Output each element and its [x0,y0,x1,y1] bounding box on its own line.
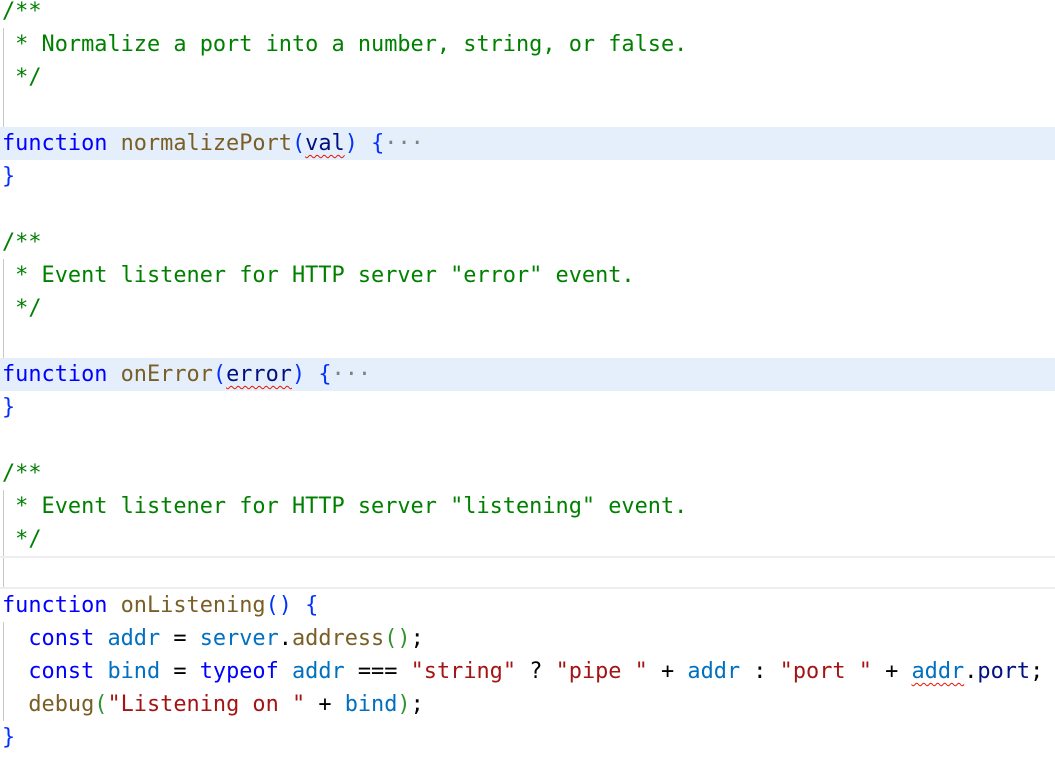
code-line[interactable]: * Normalize a port into a number, string… [0,28,1055,61]
code-token: { [371,131,385,156]
code-token: val [305,131,345,156]
folded-code-line[interactable]: function normalizePort(val) {··· [0,127,1055,160]
code-line[interactable]: /** [0,457,1055,490]
code-token: === [344,659,411,684]
code-token: port [977,659,1031,684]
code-token: typeof [199,659,279,684]
code-token: . [278,626,292,651]
code-token: normalizePort [120,131,292,156]
code-token: } [2,725,16,750]
code-token: "Listening on " [107,692,306,717]
code-token: = [160,659,200,684]
code-token: onError [120,362,213,387]
code-token: { [305,593,319,618]
code-token: } [2,164,16,189]
code-token: onListening [120,593,266,618]
code-token: * Normalize a port into a number, string… [2,32,688,57]
code-token: "string" [410,659,517,684]
code-token: "port " [779,659,872,684]
code-token: error [226,362,292,387]
code-line[interactable]: } [0,160,1055,193]
code-token: ( [291,131,306,156]
code-line[interactable] [0,193,1055,226]
code-token: bind [344,692,398,717]
code-token: const [28,659,95,684]
code-line[interactable] [0,325,1055,358]
code-token: } [2,395,16,420]
code-token: addr [291,659,345,684]
code-token: + [647,659,688,684]
code-line[interactable]: * Event listener for HTTP server "error"… [0,259,1055,292]
code-line[interactable] [0,424,1055,457]
code-token: function [2,593,108,618]
code-token: addr [687,659,741,684]
code-token: { [318,362,332,387]
fold-ellipsis-icon[interactable]: ··· [332,362,372,387]
code-token: function [2,362,108,387]
code-line[interactable]: /** [0,226,1055,259]
code-token: address [291,626,385,651]
code-token: */ [2,65,42,90]
code-token: () [265,593,292,618]
code-token: /** [2,230,42,255]
code-editor[interactable]: /** * Normalize a port into a number, st… [0,0,1055,754]
code-line[interactable]: const bind = typeof addr === "string" ? … [0,655,1055,688]
code-token: . [964,659,978,684]
code-token: ) [397,692,411,717]
code-token: ) [344,131,358,156]
code-token: ( [94,692,108,717]
folded-code-line[interactable]: function onError(error) {··· [0,358,1055,391]
code-line[interactable]: */ [0,523,1055,556]
code-line[interactable]: /** [0,0,1055,28]
code-token: * Event listener for HTTP server "error"… [2,263,635,288]
code-token: function [2,131,108,156]
code-line[interactable]: const addr = server.address(); [0,622,1055,655]
code-line[interactable]: debug("Listening on " + bind); [0,688,1055,721]
code-token: * Event listener for HTTP server "listen… [2,494,688,519]
code-token: */ [2,527,42,552]
code-token: /** [2,461,42,486]
code-line[interactable] [0,94,1055,127]
code-token: ? [516,659,556,684]
code-token: : [740,659,780,684]
code-token: = [160,626,200,651]
code-token: addr [107,626,161,651]
code-line[interactable]: } [0,721,1055,754]
code-line[interactable]: */ [0,61,1055,94]
code-token: /** [2,0,42,24]
code-token: const [28,626,95,651]
code-token: ; [410,626,424,651]
code-token: + [305,692,345,717]
code-token: + [871,659,912,684]
code-token: ( [212,362,227,387]
code-token: */ [2,296,42,321]
code-line[interactable]: } [0,391,1055,424]
code-line[interactable]: */ [0,292,1055,325]
code-token: bind [107,659,161,684]
code-line[interactable]: function onListening() { [0,589,1055,622]
current-code-line[interactable] [0,556,1055,589]
code-token: () [384,626,411,651]
code-token: "pipe " [555,659,648,684]
code-token: server [199,626,279,651]
code-token: ; [410,692,424,717]
code-token: ; [1030,659,1044,684]
code-token: ) [291,362,306,387]
code-line[interactable]: * Event listener for HTTP server "listen… [0,490,1055,523]
code-token: debug [28,692,95,717]
fold-ellipsis-icon[interactable]: ··· [384,131,424,156]
code-token: addr [911,659,965,684]
